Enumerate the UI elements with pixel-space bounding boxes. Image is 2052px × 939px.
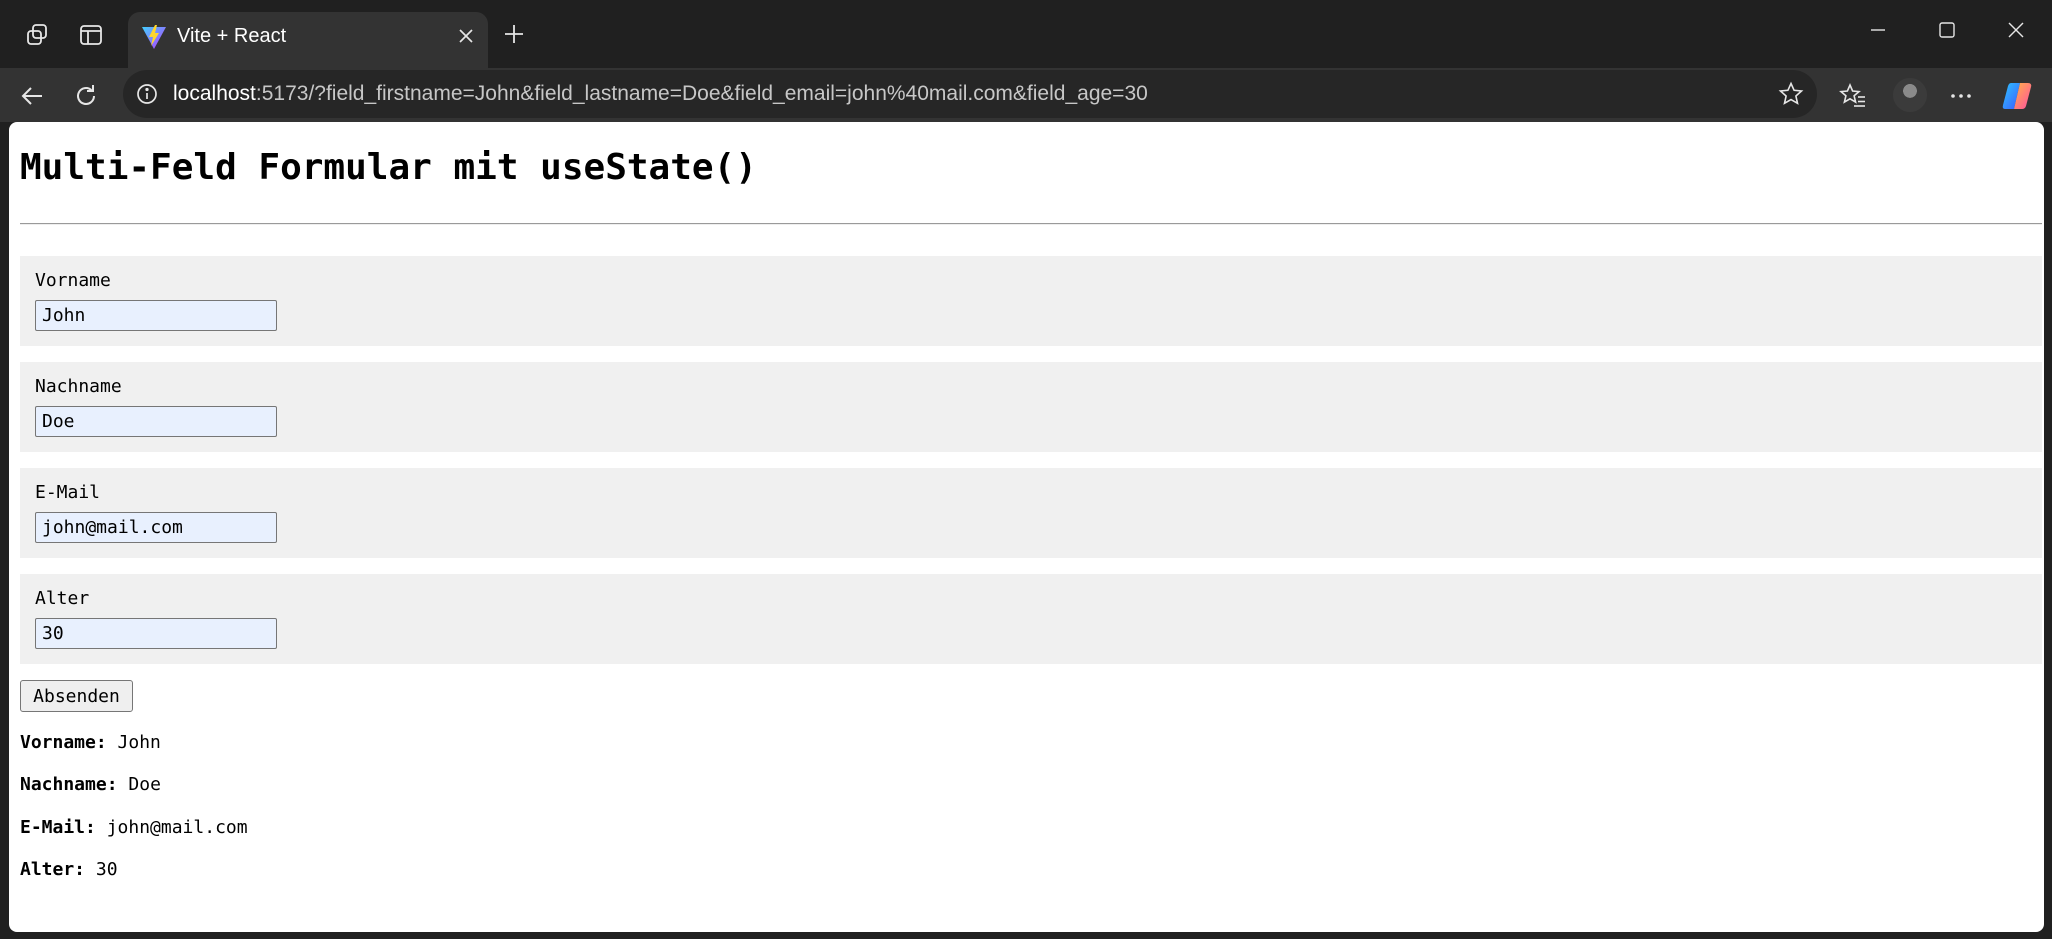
favorites-icon[interactable] xyxy=(1833,76,1873,116)
result-lastname-value: Doe xyxy=(128,774,161,795)
maximize-icon[interactable] xyxy=(1919,10,1975,50)
more-icon[interactable] xyxy=(1941,76,1981,116)
page-title: Multi-Feld Formular mit useState() xyxy=(20,147,757,188)
result-firstname-label: Vorname: xyxy=(20,732,107,753)
close-window-icon[interactable] xyxy=(1988,10,2044,50)
page-viewport: Multi-Feld Formular mit useState() Vorna… xyxy=(9,122,2044,932)
result-firstname-value: John xyxy=(117,732,161,753)
result-lastname: Nachname: Doe xyxy=(20,774,161,796)
result-email-value: john@mail.com xyxy=(106,817,248,838)
workspaces-icon[interactable] xyxy=(19,17,55,53)
age-input[interactable] xyxy=(35,618,277,649)
result-firstname: Vorname: John xyxy=(20,732,161,754)
result-email-label: E-Mail: xyxy=(20,817,96,838)
submit-button[interactable]: Absenden xyxy=(20,680,133,712)
email-input[interactable] xyxy=(35,512,277,543)
field-group-email: E-Mail xyxy=(20,468,2042,558)
age-label: Alter xyxy=(35,588,90,609)
lastname-input[interactable] xyxy=(35,406,277,437)
field-group-firstname: Vorname xyxy=(20,256,2042,346)
field-group-age: Alter xyxy=(20,574,2042,664)
browser-title-bar: Vite + React xyxy=(0,0,2052,68)
result-age-label: Alter: xyxy=(20,859,86,880)
favorite-star-icon[interactable] xyxy=(1775,78,1807,110)
result-age: Alter: 30 xyxy=(20,859,118,881)
firstname-input[interactable] xyxy=(35,300,277,331)
tab-title: Vite + React xyxy=(177,25,287,47)
field-group-lastname: Nachname xyxy=(20,362,2042,452)
vite-favicon-icon xyxy=(140,23,168,51)
browser-toolbar: localhost:5173/?field_firstname=John&fie… xyxy=(0,68,2052,122)
address-bar[interactable]: localhost:5173/?field_firstname=John&fie… xyxy=(123,70,1817,118)
result-lastname-label: Nachname: xyxy=(20,774,118,795)
minimize-icon[interactable] xyxy=(1850,10,1906,50)
close-tab-icon[interactable] xyxy=(450,20,482,52)
result-email: E-Mail: john@mail.com xyxy=(20,817,248,839)
lastname-label: Nachname xyxy=(35,376,122,397)
horizontal-rule xyxy=(20,223,2042,225)
url-text[interactable]: localhost:5173/?field_firstname=John&fie… xyxy=(173,82,1148,106)
copilot-icon[interactable] xyxy=(1997,76,2037,116)
result-age-value: 30 xyxy=(95,859,118,880)
info-icon[interactable] xyxy=(135,82,159,106)
active-tab[interactable]: Vite + React xyxy=(128,12,488,68)
firstname-label: Vorname xyxy=(35,270,111,291)
refresh-icon[interactable] xyxy=(66,76,106,116)
back-icon[interactable] xyxy=(12,76,52,116)
email-label: E-Mail xyxy=(35,482,101,503)
vertical-tabs-icon[interactable] xyxy=(73,17,109,53)
new-tab-icon[interactable] xyxy=(496,16,532,52)
profile-avatar[interactable] xyxy=(1893,78,1927,112)
